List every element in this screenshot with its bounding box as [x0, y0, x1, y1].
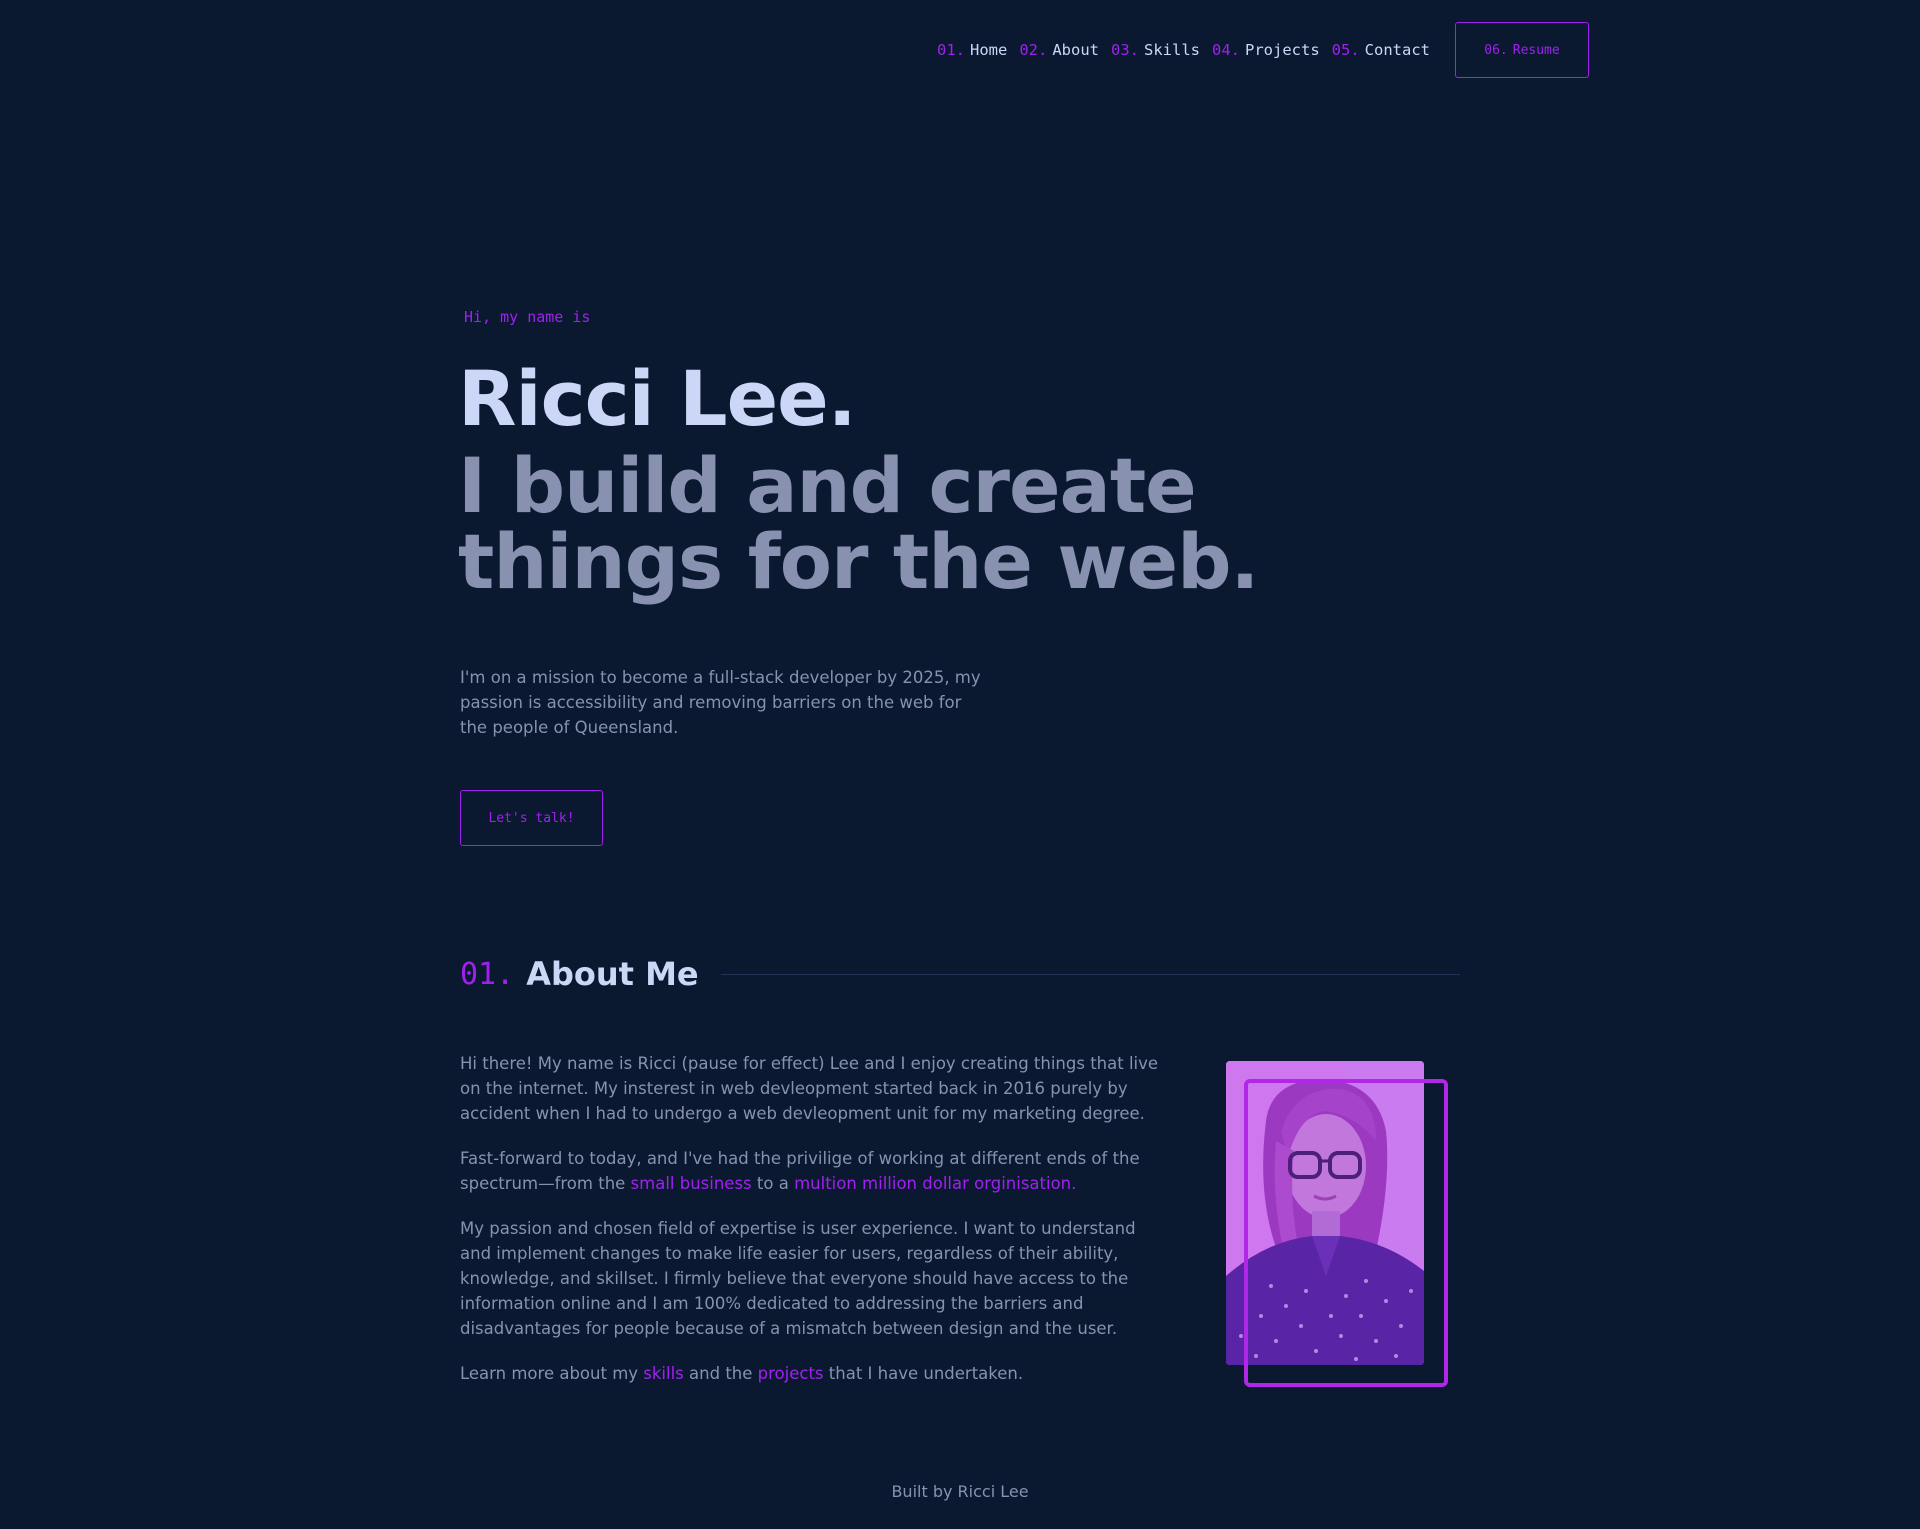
resume-button[interactable]: 06. Resume: [1455, 22, 1589, 78]
section-number: 01.: [460, 956, 515, 992]
about-paragraph-4: Learn more about my skills and the proje…: [460, 1361, 1160, 1386]
resume-button-label: Resume: [1512, 42, 1560, 58]
projects-link[interactable]: projects: [758, 1364, 824, 1383]
about-text: to a: [751, 1174, 795, 1193]
top-nav: 01. Home 02. About 03. Skills 04. Projects 0…: [937, 21, 1589, 79]
section-divider: [720, 973, 1460, 975]
about-text: and the: [683, 1364, 758, 1383]
nav-link-label: Contact: [1364, 41, 1430, 59]
nav-link-number: 01.: [937, 41, 966, 59]
nav-link-number: 04.: [1212, 41, 1241, 59]
nav-link-label: About: [1052, 41, 1100, 59]
nav-link-number: 05.: [1331, 41, 1360, 59]
about-text: Learn more about my: [460, 1364, 644, 1383]
resume-button-number: 06.: [1484, 42, 1508, 58]
photo-frame: [1244, 1079, 1448, 1387]
hero-intro: Hi, my name is: [464, 308, 591, 326]
organisation-link[interactable]: multion million dollar orginisation.: [794, 1174, 1076, 1193]
nav-link-about[interactable]: 02. About: [1019, 41, 1099, 59]
about-body: Hi there! My name is Ricci (pause for ef…: [460, 1051, 1160, 1406]
hero-tagline: I build and create things for the web.: [458, 441, 1259, 606]
about-section-heading: 01. About Me: [460, 950, 1460, 998]
lets-talk-button[interactable]: Let's talk!: [460, 790, 603, 846]
small-business-link[interactable]: small business: [631, 1174, 752, 1193]
nav-link-label: Skills: [1144, 41, 1201, 59]
skills-link[interactable]: skills: [643, 1364, 684, 1383]
nav-link-number: 03.: [1111, 41, 1140, 59]
hero-name: Ricci Lee.: [458, 354, 857, 443]
nav-link-skills[interactable]: 03. Skills: [1111, 41, 1200, 59]
nav-link-projects[interactable]: 04. Projects: [1212, 41, 1320, 59]
about-paragraph-1: Hi there! My name is Ricci (pause for ef…: [460, 1054, 1159, 1123]
footer-credit: Built by Ricci Lee: [891, 1482, 1029, 1501]
nav-link-label: Home: [970, 41, 1008, 59]
nav-link-contact[interactable]: 05. Contact: [1332, 41, 1430, 59]
about-paragraph-3: My passion and chosen field of expertise…: [460, 1219, 1136, 1338]
about-paragraph-2: Fast-forward to today, and I've had the …: [460, 1146, 1160, 1196]
nav-link-home[interactable]: 01. Home: [937, 41, 1007, 59]
nav-link-label: Projects: [1245, 41, 1320, 59]
about-text: that I have undertaken.: [823, 1364, 1024, 1383]
nav-link-number: 02.: [1019, 41, 1048, 59]
nav-links: 01. Home 02. About 03. Skills 04. Projects 0…: [937, 41, 1430, 59]
section-title: About Me: [526, 955, 699, 993]
profile-photo-wrapper: [1226, 1061, 1450, 1389]
hero-description: I'm on a mission to become a full-stack …: [460, 668, 981, 737]
